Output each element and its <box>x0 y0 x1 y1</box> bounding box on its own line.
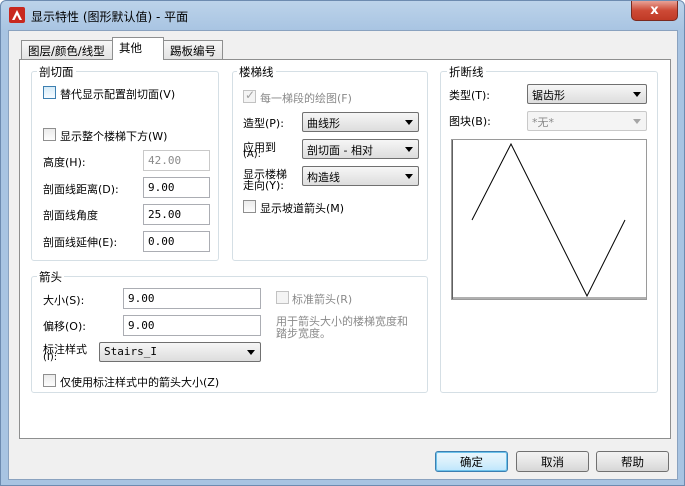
tab-label: 图层/颜色/线型 <box>28 44 105 58</box>
direction-select[interactable]: 构造线 <box>302 166 419 186</box>
break-line-preview <box>451 139 647 300</box>
stair-line-title: 楼梯线 <box>237 64 276 80</box>
extension-input[interactable]: 0.00 <box>143 231 210 252</box>
window-title: 显示特性 (图形默认值) - 平面 <box>31 10 189 24</box>
extension-value: 0.00 <box>148 235 175 248</box>
close-button[interactable]: x <box>631 1 678 21</box>
tab-riser-numbering[interactable]: 踢板编号 <box>163 40 223 59</box>
dim-style-select[interactable]: Stairs_I <box>99 342 261 362</box>
dim-style-value: Stairs_I <box>104 345 157 358</box>
arrow-size-label: 大小(S): <box>43 294 85 307</box>
dialog-client: 图层/颜色/线型 其他 踢板编号 剖切面 替代显示配置剖切面(V) 显示整个楼梯… <box>8 30 678 480</box>
break-line-title: 折断线 <box>447 64 486 80</box>
title-bar[interactable]: 显示特性 (图形默认值) - 平面 x <box>1 1 684 30</box>
zigzag-preview-graphic <box>451 140 646 299</box>
cancel-button[interactable]: 取消 <box>516 451 589 472</box>
chevron-down-icon <box>405 174 413 179</box>
distance-value: 9.00 <box>148 181 175 194</box>
ok-button-label: 确定 <box>460 454 483 469</box>
arrow-offset-label: 偏移(O): <box>43 320 86 333</box>
chevron-down-icon <box>405 147 413 152</box>
chevron-down-icon <box>633 92 641 97</box>
distance-input[interactable]: 9.00 <box>143 177 210 198</box>
override-section-checkbox[interactable] <box>43 86 56 99</box>
ok-button[interactable]: 确定 <box>435 451 508 472</box>
cancel-button-label: 取消 <box>541 454 564 469</box>
standard-arrow-label: 标准箭头(R) <box>292 293 353 306</box>
block-label: 图块(B): <box>449 115 491 128</box>
arrow-offset-value: 9.00 <box>128 319 155 332</box>
tab-label: 踢板编号 <box>170 44 216 58</box>
block-value: *无* <box>532 116 554 129</box>
shape-select[interactable]: 曲线形 <box>302 112 419 132</box>
override-section-label: 替代显示配置剖切面(V) <box>60 88 176 101</box>
apply-to-value: 剖切面 - 相对 <box>307 144 373 157</box>
close-icon: x <box>650 3 659 18</box>
show-below-checkbox[interactable] <box>43 128 56 141</box>
angle-value: 25.00 <box>148 208 182 221</box>
each-flight-checkbox[interactable] <box>243 88 256 103</box>
height-label: 高度(H): <box>43 156 86 169</box>
arrow-title: 箭头 <box>37 269 64 285</box>
ramp-arrow-label: 显示坡道箭头(M) <box>260 202 345 215</box>
break-type-select[interactable]: 锯齿形 <box>527 84 647 104</box>
arrow-offset-input[interactable]: 9.00 <box>123 315 261 336</box>
tab-layer-color-linetype[interactable]: 图层/颜色/线型 <box>21 40 113 59</box>
angle-input[interactable]: 25.00 <box>143 204 210 225</box>
use-dim-style-checkbox[interactable] <box>43 374 56 387</box>
tab-other[interactable]: 其他 <box>112 37 164 60</box>
dim-style-label-shortcut: (I): <box>43 352 58 363</box>
tab-panel-other: 剖切面 替代显示配置剖切面(V) 显示整个楼梯下方(W) 高度(H): 42.0… <box>19 59 671 439</box>
help-button-label: 帮助 <box>621 454 644 469</box>
ramp-arrow-checkbox[interactable] <box>243 200 256 213</box>
angle-label: 剖面线角度 <box>43 209 98 222</box>
use-dim-style-label: 仅使用标注样式中的箭头大小(Z) <box>60 376 220 389</box>
tab-label: 其他 <box>119 41 142 55</box>
arrow-size-value: 9.00 <box>128 292 155 305</box>
break-type-value: 锯齿形 <box>532 89 565 102</box>
chevron-down-icon <box>633 119 641 124</box>
direction-label-shortcut: 走向(Y): <box>243 179 285 192</box>
arrow-size-input[interactable]: 9.00 <box>123 288 261 309</box>
shape-label: 造型(P): <box>243 117 284 130</box>
standard-arrow-checkbox[interactable] <box>276 291 289 304</box>
distance-label: 剖面线距离(D): <box>43 183 119 196</box>
arrow-hint-text: 用于箭头大小的楼梯宽度和踏步宽度。 <box>276 315 408 340</box>
block-select[interactable]: *无* <box>527 111 647 131</box>
section-cut-title: 剖切面 <box>37 64 76 80</box>
show-below-label: 显示整个楼梯下方(W) <box>60 130 168 143</box>
apply-label-shortcut: (A): <box>243 149 262 160</box>
chevron-down-icon <box>405 120 413 125</box>
break-type-label: 类型(T): <box>449 89 491 102</box>
shape-value: 曲线形 <box>307 117 340 130</box>
autocad-logo-icon <box>9 7 25 23</box>
chevron-down-icon <box>247 350 255 355</box>
direction-value: 构造线 <box>307 171 340 184</box>
height-input[interactable]: 42.00 <box>143 150 210 171</box>
each-flight-label: 每一梯段的绘图(F) <box>260 92 352 105</box>
apply-to-select[interactable]: 剖切面 - 相对 <box>302 139 419 159</box>
height-value: 42.00 <box>148 154 182 167</box>
dialog-window: 显示特性 (图形默认值) - 平面 x 图层/颜色/线型 其他 踢板编号 剖切面… <box>0 0 685 486</box>
help-button[interactable]: 帮助 <box>596 451 669 472</box>
extension-label: 剖面线延伸(E): <box>43 236 118 249</box>
